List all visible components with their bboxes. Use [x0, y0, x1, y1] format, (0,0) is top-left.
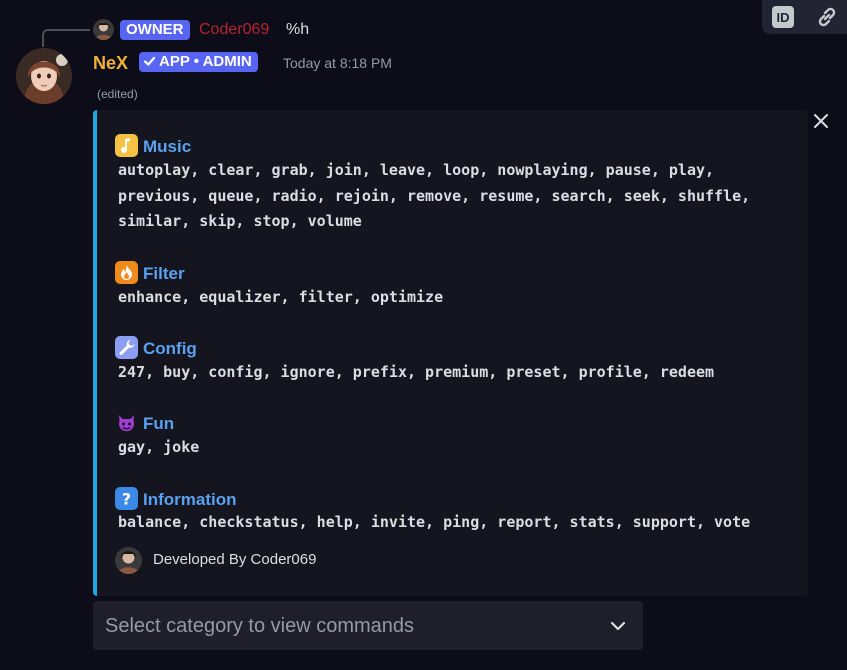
section-title-fun-label: Fun: [143, 414, 175, 433]
close-icon[interactable]: [811, 111, 831, 131]
author-avatar[interactable]: [16, 48, 72, 104]
commands-line: 247, buy, config, ignore, prefix, premiu…: [118, 363, 715, 381]
section-title-music: Music: [115, 134, 191, 158]
chevron-down-icon: [609, 617, 627, 640]
section-title-filter: Filter: [115, 261, 185, 285]
svg-text:?: ?: [122, 490, 131, 509]
reply-content[interactable]: %h: [286, 20, 309, 40]
app-badge-label: APP • ADMIN: [159, 53, 252, 70]
section-title-fun: Fun: [115, 411, 174, 435]
section-title-information: ? Information: [115, 487, 237, 511]
section-title-filter-label: Filter: [143, 264, 185, 283]
embed-footer-text: Developed By Coder069: [153, 551, 317, 568]
commands-line: similar, skip, stop, volume: [118, 212, 362, 230]
reply-spine: [42, 29, 90, 47]
section-title-config: Config: [115, 336, 197, 360]
imp-icon: [115, 411, 138, 434]
copy-link-icon[interactable]: [814, 4, 840, 30]
section-title-information-label: Information: [143, 490, 237, 509]
edited-marker: (edited): [97, 87, 138, 101]
commands-line: enhance, equalizer, filter, optimize: [118, 288, 444, 306]
section-commands-fun: gay, joke: [118, 435, 798, 461]
category-select[interactable]: Select category to view commands: [93, 601, 643, 650]
app-admin-badge: APP • ADMIN: [139, 52, 258, 72]
section-title-music-label: Music: [143, 137, 192, 156]
section-commands-config: 247, buy, config, ignore, prefix, premiu…: [118, 360, 798, 386]
section-commands-filter: enhance, equalizer, filter, optimize: [118, 285, 798, 311]
reply-author[interactable]: Coder069: [199, 20, 269, 40]
select-placeholder: Select category to view commands: [105, 615, 415, 637]
verified-check-icon: [143, 56, 156, 66]
footer-avatar: [115, 547, 142, 574]
section-commands-information: balance, checkstatus, help, invite, ping…: [118, 510, 798, 536]
timestamp[interactable]: Today at 8:18 PM: [283, 54, 392, 72]
copy-id-icon[interactable]: ID: [770, 4, 796, 30]
commands-line: autoplay, clear, grab, join, leave, loop…: [118, 161, 715, 179]
wrench-icon: [115, 336, 138, 359]
question-icon: ?: [115, 487, 138, 510]
section-title-config-label: Config: [143, 339, 197, 358]
owner-badge: OWNER: [120, 20, 190, 40]
section-commands-music: autoplay, clear, grab, join, leave, loop…: [118, 158, 798, 235]
commands-line: gay, joke: [118, 438, 200, 456]
commands-line: previous, queue, radio, rejoin, remove, …: [118, 186, 751, 205]
svg-text:ID: ID: [777, 10, 790, 25]
commands-line: balance, checkstatus, help, invite, ping…: [118, 513, 751, 531]
author-name[interactable]: NeX: [93, 52, 128, 74]
musical-note-icon: [115, 134, 138, 157]
reply-avatar[interactable]: [93, 19, 114, 40]
message-hover-toolbar: ID: [762, 0, 847, 34]
fire-icon: [115, 261, 138, 284]
